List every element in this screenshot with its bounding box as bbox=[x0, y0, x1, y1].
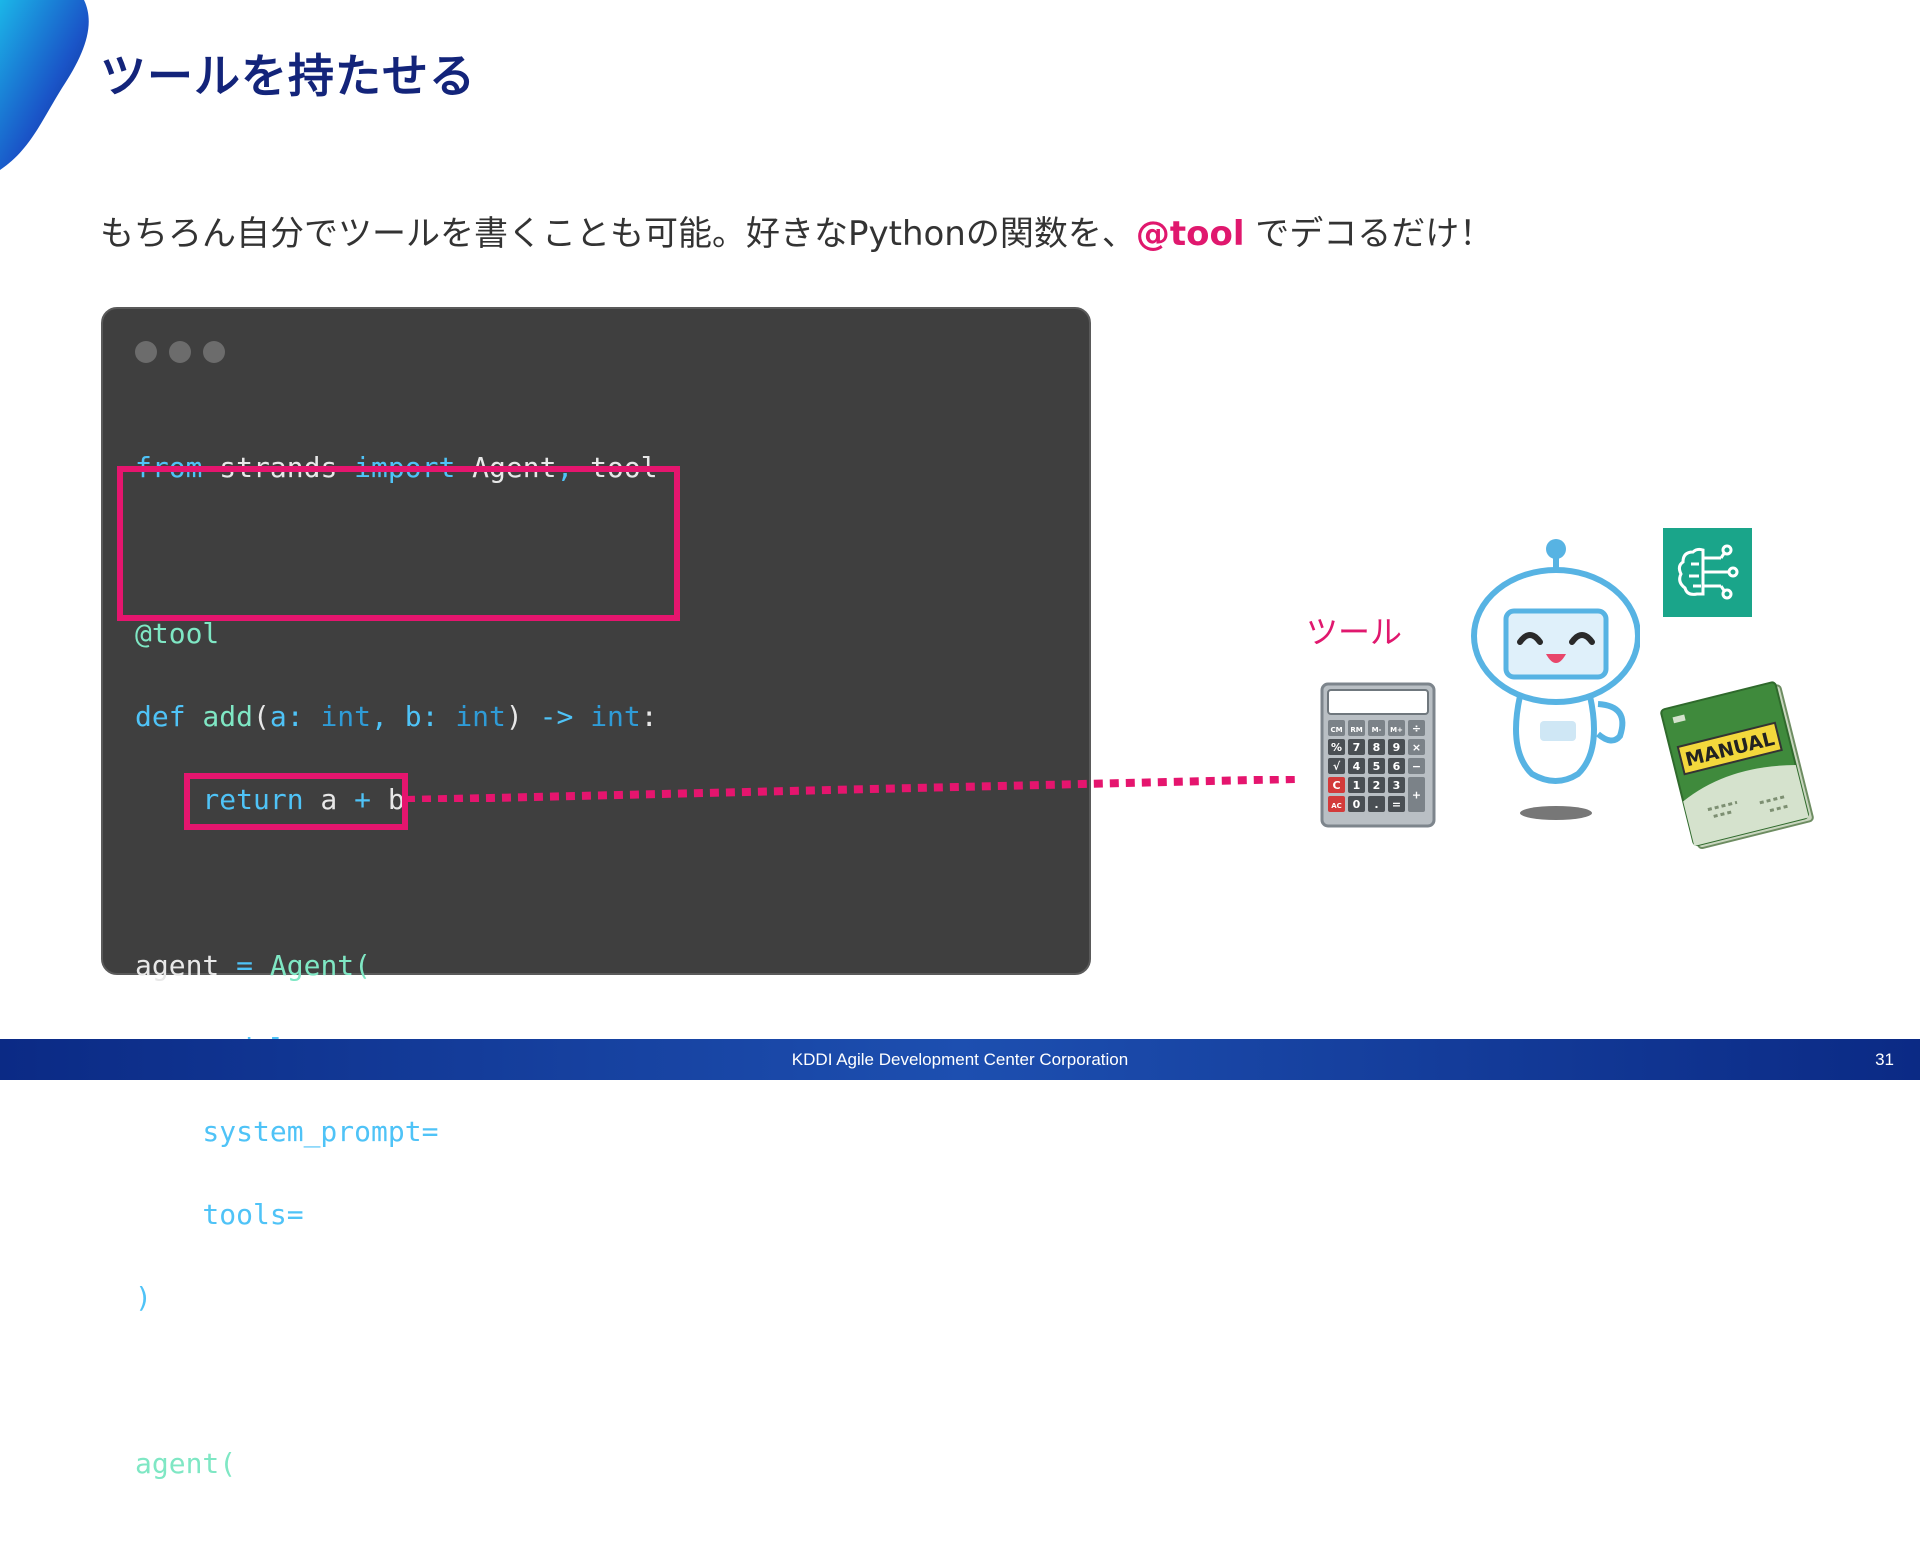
subtitle-text-post: でデコるだけ！ bbox=[1244, 214, 1494, 254]
window-controls bbox=[135, 341, 225, 363]
calculator-key-label: = bbox=[1392, 798, 1401, 811]
tools-arg-highlight-box bbox=[184, 773, 408, 830]
calculator-key-label: × bbox=[1412, 741, 1421, 754]
calculator-key-label: 6 bbox=[1393, 760, 1401, 773]
calculator-key-label: 8 bbox=[1373, 741, 1381, 754]
slide-subtitle: もちろん自分でツールを書くことも可能。好きなPythonの関数を、@tool で… bbox=[100, 206, 1493, 255]
robot-icon bbox=[1471, 539, 1640, 820]
calculator-key-label: 9 bbox=[1393, 741, 1401, 754]
calculator-key-label: 7 bbox=[1353, 741, 1361, 754]
calculator-key-label: − bbox=[1412, 760, 1421, 773]
calculator-key-label: . bbox=[1374, 798, 1378, 811]
calculator-key-label: 2 bbox=[1373, 779, 1381, 792]
window-dot-icon bbox=[169, 341, 191, 363]
dotted-connector-line bbox=[406, 776, 1296, 802]
code-window: from strands import Agent, tool @tool de… bbox=[101, 307, 1091, 1480]
calculator-key-label: % bbox=[1331, 741, 1342, 754]
tool-function-highlight-box bbox=[117, 466, 680, 621]
manual-book-icon: MANUAL bbox=[1660, 681, 1814, 850]
slide-title: ツールを持たせる bbox=[100, 49, 476, 103]
calculator-key-label: √ bbox=[1333, 760, 1341, 773]
footer-company: KDDI Agile Development Center Corporatio… bbox=[791, 1050, 1129, 1069]
calculator-keypad: CM RM M- M+ ÷% 7 8 9 × √ 4 5 6 − C 1 2 3 + AC 0. = bbox=[1328, 720, 1425, 812]
calculator-key-label: 0 bbox=[1353, 798, 1361, 811]
tool-label: ツール bbox=[1306, 613, 1403, 651]
calculator-key-label: 3 bbox=[1393, 779, 1401, 792]
page-number: 31 bbox=[1875, 1050, 1894, 1069]
window-dot-icon bbox=[135, 341, 157, 363]
code-line: agent = Agent( bbox=[135, 948, 372, 982]
calculator-key-label: M- bbox=[1372, 726, 1382, 734]
subtitle-text-pre: もちろん自分でツールを書くことも可能。好きなPythonの関数を、 bbox=[100, 214, 1136, 254]
code-line: system_prompt="あなたは算数のプロです。", bbox=[135, 1114, 823, 1148]
corner-decoration bbox=[0, 0, 89, 170]
code-line: tools=[add] bbox=[135, 1197, 388, 1231]
calculator-key-label: + bbox=[1412, 789, 1421, 802]
code-line: ) bbox=[135, 1280, 152, 1314]
ai-brain-icon bbox=[1663, 528, 1752, 617]
calculator-key-label: M+ bbox=[1390, 726, 1403, 734]
footer-bar: KDDI Agile Development Center Corporatio… bbox=[0, 1039, 1920, 1080]
calculator-key-label: CM bbox=[1330, 726, 1342, 734]
calculator-key-label: RM bbox=[1350, 726, 1362, 734]
window-dot-icon bbox=[203, 341, 225, 363]
calculator-key-label: 4 bbox=[1353, 760, 1361, 773]
calculator-key-label: ÷ bbox=[1412, 722, 1421, 735]
calculator-key-label: 1 bbox=[1353, 779, 1361, 792]
calculator-icon: CM RM M- M+ ÷% 7 8 9 × √ 4 5 6 − C 1 2 3 + AC 0. = bbox=[1320, 682, 1436, 828]
calculator-key-label: 5 bbox=[1373, 760, 1381, 773]
code-line: def add(a: int, b: int) -> int: bbox=[135, 699, 658, 733]
calculator-key-label: C bbox=[1332, 779, 1340, 792]
subtitle-highlight: @tool bbox=[1135, 214, 1245, 254]
calculator-key-label: AC bbox=[1331, 802, 1342, 810]
code-line: agent("二百五十六たす百二十八は？") bbox=[135, 1446, 651, 1480]
